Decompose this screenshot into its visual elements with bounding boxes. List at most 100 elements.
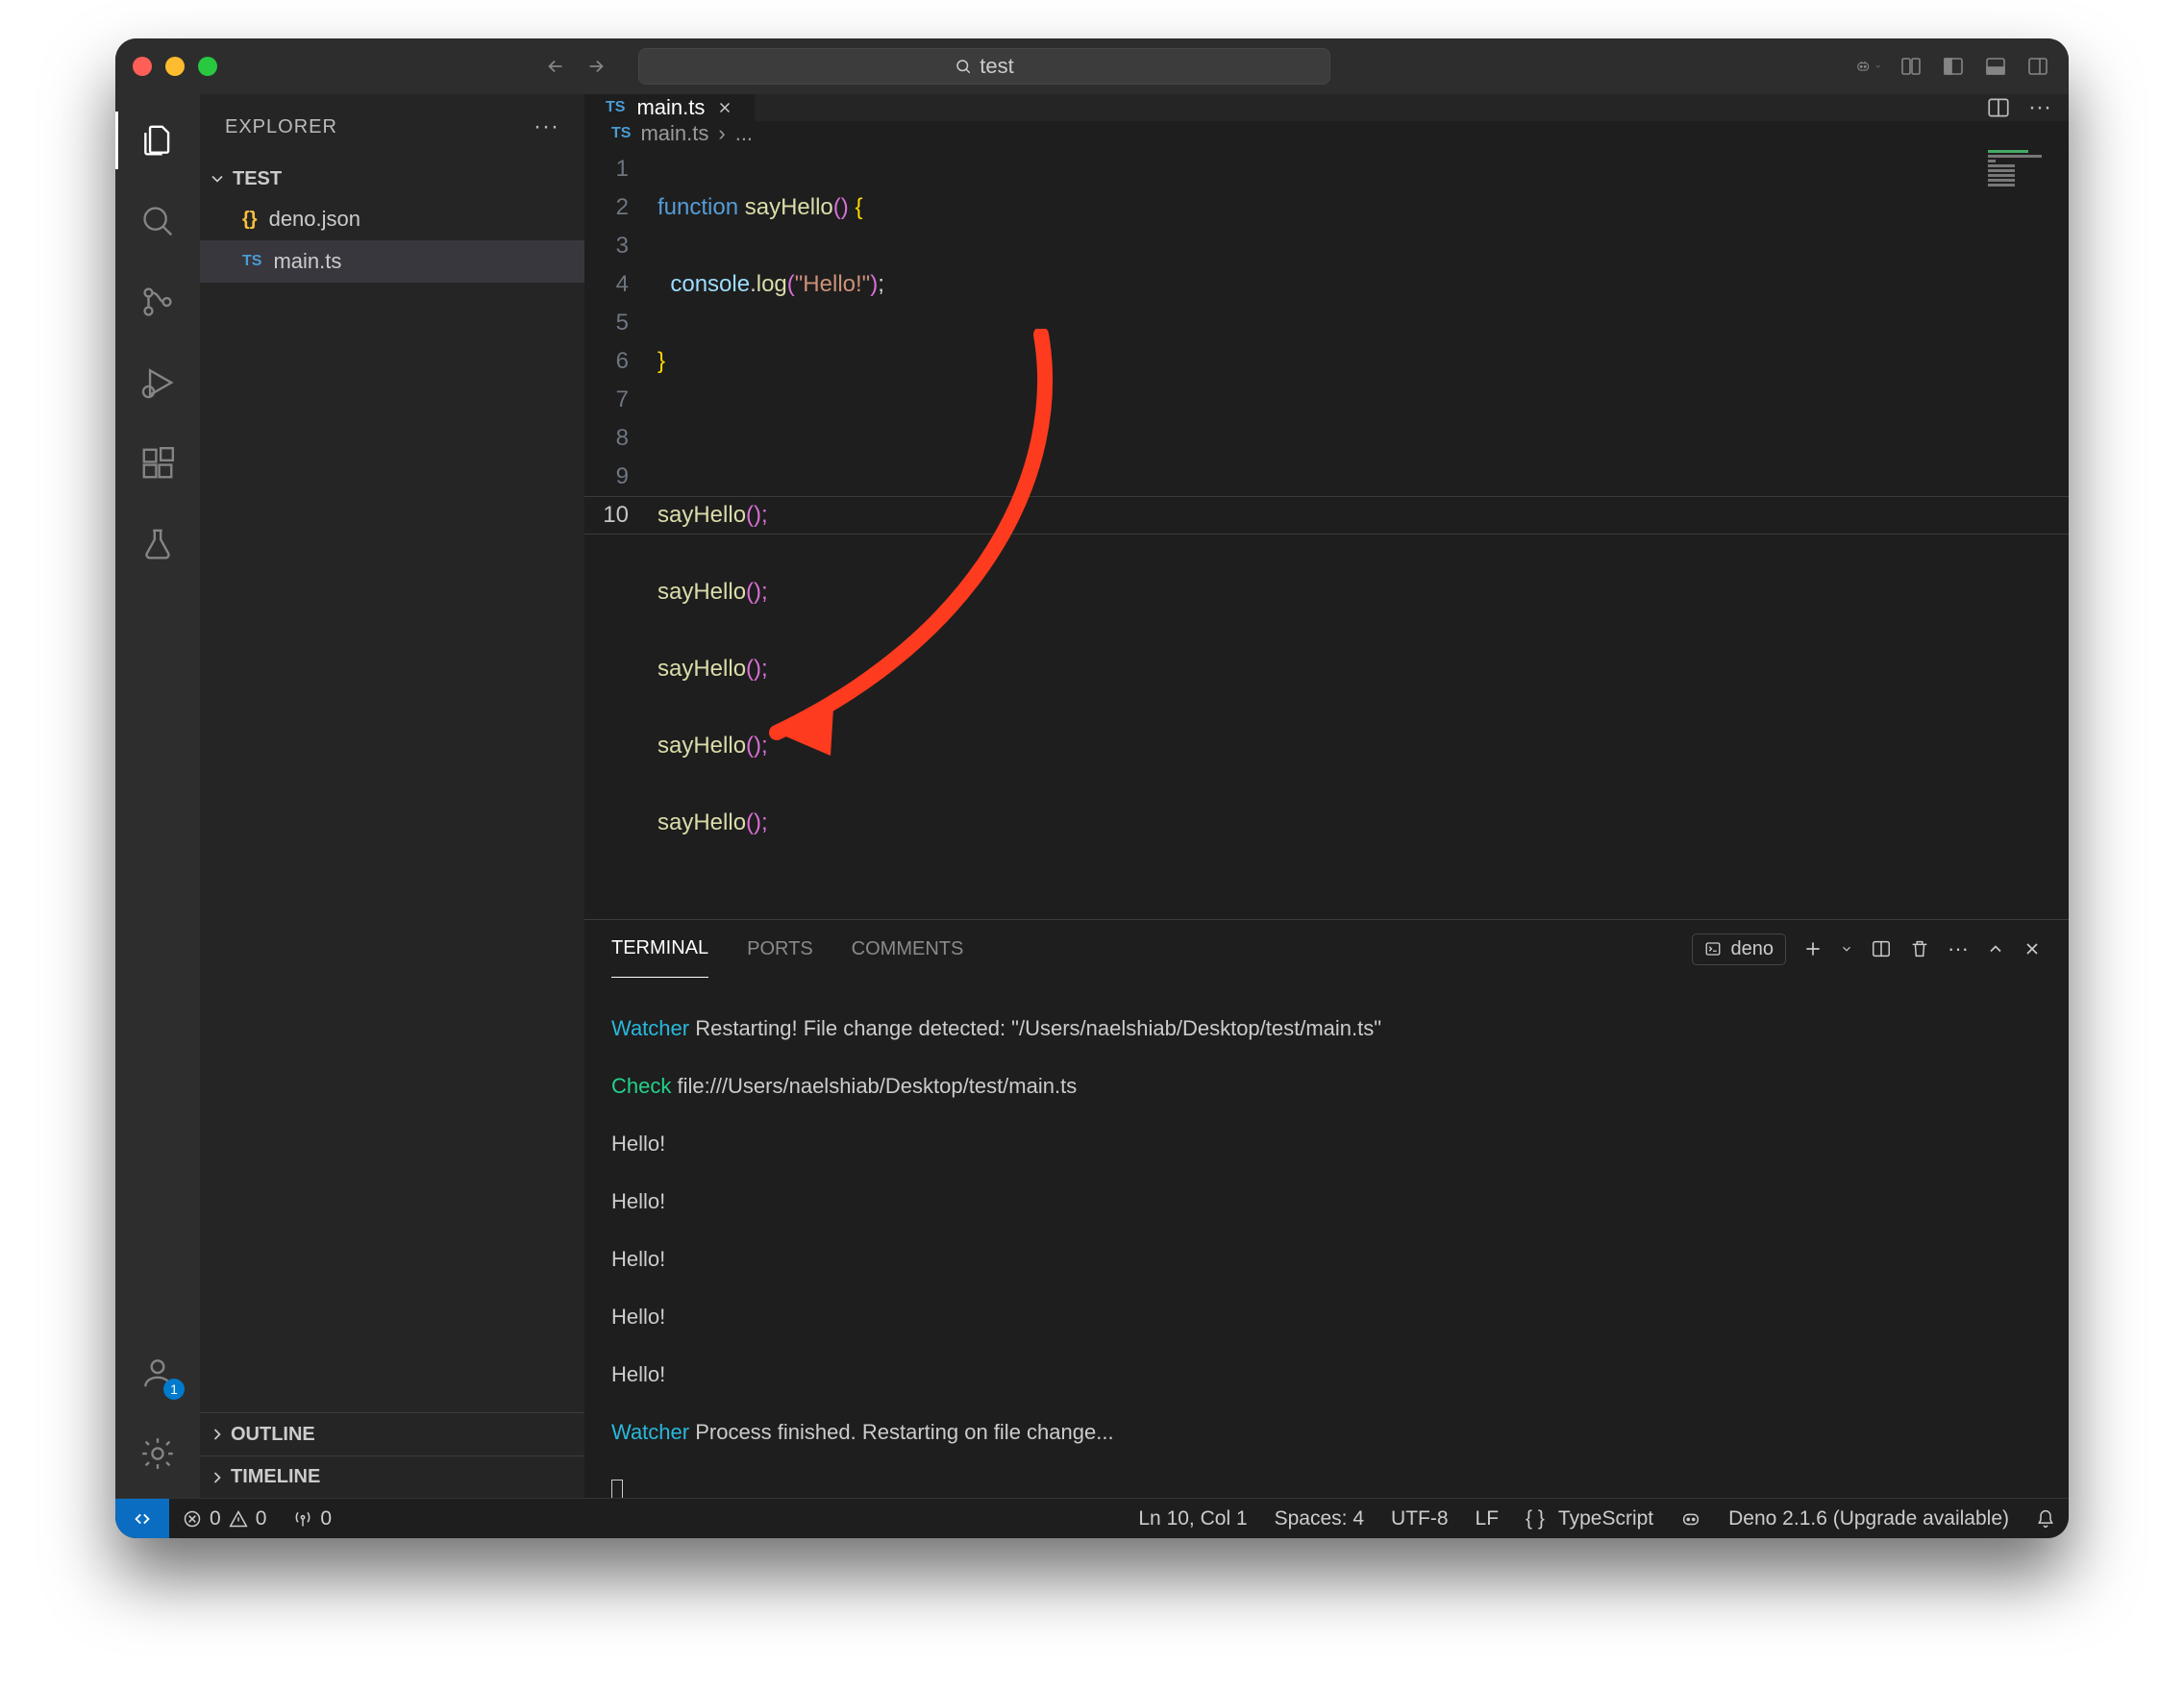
close-panel-button[interactable]: [2023, 939, 2042, 958]
status-cursor-position[interactable]: Ln 10, Col 1: [1125, 1507, 1260, 1530]
status-bar: 0 0 0 Ln 10, Col 1 Spaces: 4 UTF-8 LF { …: [115, 1498, 2069, 1538]
split-editor-button[interactable]: [1986, 95, 2011, 120]
toggle-primary-sidebar-button[interactable]: [1940, 53, 1967, 80]
titlebar-right: [1855, 53, 2051, 80]
status-deno[interactable]: Deno 2.1.6 (Upgrade available): [1715, 1507, 2023, 1530]
gear-icon: [139, 1435, 176, 1472]
panel-actions: deno ···: [1692, 933, 2042, 965]
language-text: TypeScript: [1558, 1507, 1653, 1530]
status-encoding[interactable]: UTF-8: [1377, 1507, 1462, 1530]
tab-main-ts[interactable]: TS main.ts: [584, 94, 756, 121]
activity-extensions[interactable]: [115, 427, 200, 500]
kill-terminal-button[interactable]: [1909, 938, 1930, 959]
terminal-profile-selector[interactable]: deno: [1692, 933, 1787, 965]
maximize-window-button[interactable]: [198, 57, 217, 76]
warning-count: 0: [256, 1507, 267, 1530]
outline-label: OUTLINE: [231, 1424, 315, 1446]
sidebar-lower-sections: OUTLINE TIMELINE: [200, 1412, 584, 1498]
command-center[interactable]: test: [638, 48, 1330, 85]
status-notifications[interactable]: [2023, 1509, 2069, 1529]
line-number: 2: [584, 188, 629, 227]
terminal-profile-name: deno: [1731, 938, 1774, 960]
workbench-body: 1 EXPLORER ··· TEST {} deno.json TS main…: [115, 94, 2069, 1498]
panel-more-button[interactable]: ···: [1948, 936, 1969, 961]
terminal-output[interactable]: Watcher Restarting! File change detected…: [584, 978, 2069, 1505]
chevron-up-icon: [1986, 939, 2005, 958]
status-problems[interactable]: 0 0: [169, 1507, 280, 1530]
file-name: main.ts: [273, 249, 341, 274]
search-icon: [139, 203, 176, 239]
activity-explorer[interactable]: [115, 104, 200, 177]
ts-icon: TS: [611, 125, 631, 142]
status-eol[interactable]: LF: [1462, 1507, 1513, 1530]
activity-run-debug[interactable]: [115, 346, 200, 419]
line-number: 7: [584, 381, 629, 419]
line-number: 6: [584, 342, 629, 381]
plus-icon: [1803, 939, 1823, 958]
timeline-label: TIMELINE: [231, 1466, 320, 1488]
code-editor[interactable]: 1 2 3 4 5 6 7 8 9 10 function sayHello()…: [584, 146, 2069, 919]
breadcrumb-file: main.ts: [640, 121, 708, 146]
vscode-window: test 1: [115, 38, 2069, 1538]
minimap[interactable]: [1988, 150, 2065, 183]
chevron-right-icon: [208, 1425, 227, 1444]
trash-icon: [1909, 938, 1930, 959]
editor-actions: ···: [1986, 94, 2069, 121]
copilot-menu[interactable]: [1855, 53, 1882, 80]
minimize-window-button[interactable]: [165, 57, 185, 76]
customize-layout-button[interactable]: [1898, 53, 1924, 80]
new-terminal-button[interactable]: [1803, 939, 1823, 958]
panel-tab-comments[interactable]: COMMENTS: [852, 920, 964, 978]
status-indentation[interactable]: Spaces: 4: [1261, 1507, 1377, 1530]
activity-search[interactable]: [115, 185, 200, 258]
status-language[interactable]: { }TypeScript: [1512, 1507, 1667, 1530]
panel-tab-terminal[interactable]: TERMINAL: [611, 920, 708, 978]
debug-icon: [139, 364, 176, 401]
editor-more-button[interactable]: ···: [2028, 94, 2051, 121]
terminal-icon: [1704, 940, 1722, 958]
cursor-position-text: Ln 10, Col 1: [1138, 1507, 1247, 1530]
activity-source-control[interactable]: [115, 265, 200, 338]
nav-forward-button[interactable]: [579, 49, 613, 84]
activity-accounts[interactable]: 1: [115, 1336, 200, 1409]
activity-settings[interactable]: [115, 1417, 200, 1490]
file-item-main-ts[interactable]: TS main.ts: [200, 240, 584, 283]
timeline-section[interactable]: TIMELINE: [200, 1456, 584, 1498]
status-copilot[interactable]: [1667, 1508, 1715, 1530]
breadcrumb-rest: ...: [735, 121, 753, 146]
nav-arrows: [538, 49, 613, 84]
folder-header[interactable]: TEST: [200, 160, 584, 198]
status-ports[interactable]: 0: [280, 1507, 345, 1530]
radio-tower-icon: [293, 1509, 312, 1529]
tab-label: main.ts: [636, 95, 705, 120]
indentation-text: Spaces: 4: [1275, 1507, 1364, 1530]
bottom-panel: TERMINAL PORTS COMMENTS deno ···: [584, 919, 2069, 1505]
outline-section[interactable]: OUTLINE: [200, 1413, 584, 1456]
source-control-icon: [139, 284, 176, 320]
ts-icon: TS: [242, 253, 261, 270]
activity-testing[interactable]: [115, 508, 200, 581]
line-number: 1: [584, 150, 629, 188]
toggle-secondary-sidebar-button[interactable]: [2024, 53, 2051, 80]
panel-tab-ports[interactable]: PORTS: [747, 920, 813, 978]
split-icon: [1986, 95, 2011, 120]
split-terminal-button[interactable]: [1871, 938, 1892, 959]
chevron-down-icon[interactable]: [1840, 942, 1853, 956]
line-number: 9: [584, 458, 629, 496]
breadcrumb[interactable]: TS main.ts › ...: [584, 121, 2069, 146]
sidebar-title: EXPLORER: [225, 116, 337, 138]
code-content: function sayHello() { console.log("Hello…: [658, 150, 884, 919]
close-icon: [716, 99, 733, 116]
maximize-panel-button[interactable]: [1986, 939, 2005, 958]
encoding-text: UTF-8: [1391, 1507, 1449, 1530]
editor-group: TS main.ts ··· TS main.ts › ...: [584, 94, 2069, 1498]
panel-tab-label: TERMINAL: [611, 937, 708, 959]
nav-back-button[interactable]: [538, 49, 573, 84]
remote-button[interactable]: [115, 1499, 169, 1538]
breadcrumb-sep: ›: [718, 121, 725, 146]
toggle-panel-button[interactable]: [1982, 53, 2009, 80]
tab-close-button[interactable]: [716, 99, 733, 116]
sidebar-more-button[interactable]: ···: [534, 113, 559, 140]
file-item-deno-json[interactable]: {} deno.json: [200, 198, 584, 240]
close-window-button[interactable]: [133, 57, 152, 76]
